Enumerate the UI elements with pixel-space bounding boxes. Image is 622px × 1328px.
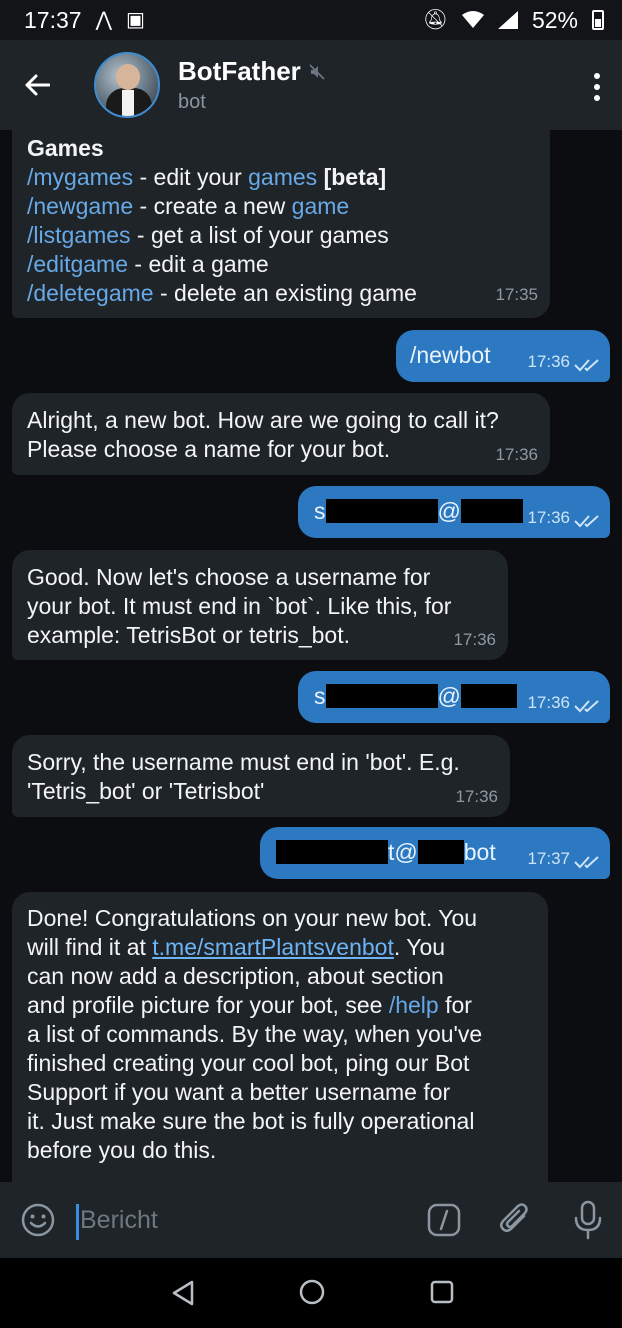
- cmd-help[interactable]: /help: [389, 992, 439, 1018]
- chat-header: BotFather bot: [0, 40, 622, 130]
- redacted-text: [460, 684, 517, 708]
- read-check-icon: [574, 515, 599, 528]
- chat-subtitle: bot: [178, 91, 206, 113]
- chat-title: BotFather: [178, 56, 301, 86]
- nav-back-icon[interactable]: [170, 1280, 196, 1306]
- signal-icon: [497, 11, 518, 29]
- back-arrow-icon[interactable]: [24, 72, 50, 98]
- attach-icon[interactable]: [498, 1202, 534, 1238]
- bot-link[interactable]: t.me/smartPlantsvenbot: [152, 934, 394, 960]
- newbot-text: /newbot: [410, 342, 491, 368]
- message-input[interactable]: Bericht: [80, 1206, 158, 1235]
- redacted-text: [460, 499, 523, 523]
- message-alright: Alright, a new bot. How are we going to …: [12, 393, 550, 475]
- redacted-text: [325, 684, 438, 708]
- slash-command-icon[interactable]: [426, 1202, 462, 1238]
- battery-icon: [592, 10, 604, 30]
- read-check-icon: [574, 856, 599, 869]
- message-good: Good. Now let's choose a username for yo…: [12, 550, 508, 660]
- nav-home-icon[interactable]: [298, 1278, 326, 1306]
- redacted-text: [325, 499, 438, 523]
- message-username-reply: s @ 17:36: [298, 671, 610, 723]
- emoji-icon[interactable]: [20, 1202, 56, 1238]
- message-list[interactable]: Games /mygames - edit your games [beta] …: [0, 130, 622, 1182]
- message-time: 17:36: [453, 630, 496, 649]
- message-time: 17:37: [527, 849, 570, 868]
- message-time: 17:36: [527, 508, 570, 527]
- status-time: 17:37: [24, 6, 82, 33]
- redacted-text: [276, 840, 388, 864]
- wifi-icon: [461, 11, 484, 28]
- message-time: 17:36: [527, 693, 570, 712]
- message-name-reply: s @ 17:36: [298, 486, 610, 538]
- message-input-bar: Bericht: [0, 1182, 622, 1258]
- image-notification-icon: ▣: [125, 9, 145, 31]
- avatar[interactable]: [94, 52, 160, 118]
- more-vert-icon[interactable]: [594, 73, 600, 101]
- nav-recents-icon[interactable]: [428, 1278, 456, 1306]
- text-caret: [76, 1204, 79, 1240]
- message-username-reply-2: t@ bot 17:37: [260, 827, 610, 879]
- mute-icon: [309, 63, 325, 80]
- message-games: Games /mygames - edit your games [beta] …: [12, 130, 550, 318]
- read-check-icon: [574, 359, 599, 372]
- message-time: 17:36: [527, 352, 570, 371]
- system-nav-bar: [0, 1258, 622, 1328]
- cmd-listgames[interactable]: /listgames: [27, 222, 131, 248]
- games-heading: Games: [27, 135, 104, 161]
- redacted-text: [417, 840, 464, 864]
- do-not-disturb-icon: 🔕︎: [422, 9, 448, 31]
- chat-title-block[interactable]: BotFather bot: [178, 56, 325, 114]
- read-check-icon: [574, 700, 599, 713]
- status-bar: 17:37 ⋀ ▣ 🔕︎ 52%: [0, 0, 622, 40]
- cmd-editgame[interactable]: /editgame: [27, 251, 128, 277]
- mic-icon[interactable]: [572, 1200, 604, 1240]
- message-done: Done! Congratulations on your new bot. Y…: [12, 892, 548, 1182]
- message-time: 17:36: [455, 787, 498, 806]
- message-time: 17:35: [495, 285, 538, 304]
- battery-percent: 52%: [531, 6, 578, 33]
- cmd-newgame[interactable]: /newgame: [27, 193, 133, 219]
- cmd-deletegame[interactable]: /deletegame: [27, 280, 154, 306]
- app-notification-icon: ⋀: [95, 9, 112, 31]
- message-sorry: Sorry, the username must end in 'bot'. E…: [12, 735, 510, 817]
- message-newbot: /newbot 17:36: [396, 330, 610, 382]
- message-time: 17:36: [495, 445, 538, 464]
- cmd-mygames[interactable]: /mygames: [27, 164, 133, 190]
